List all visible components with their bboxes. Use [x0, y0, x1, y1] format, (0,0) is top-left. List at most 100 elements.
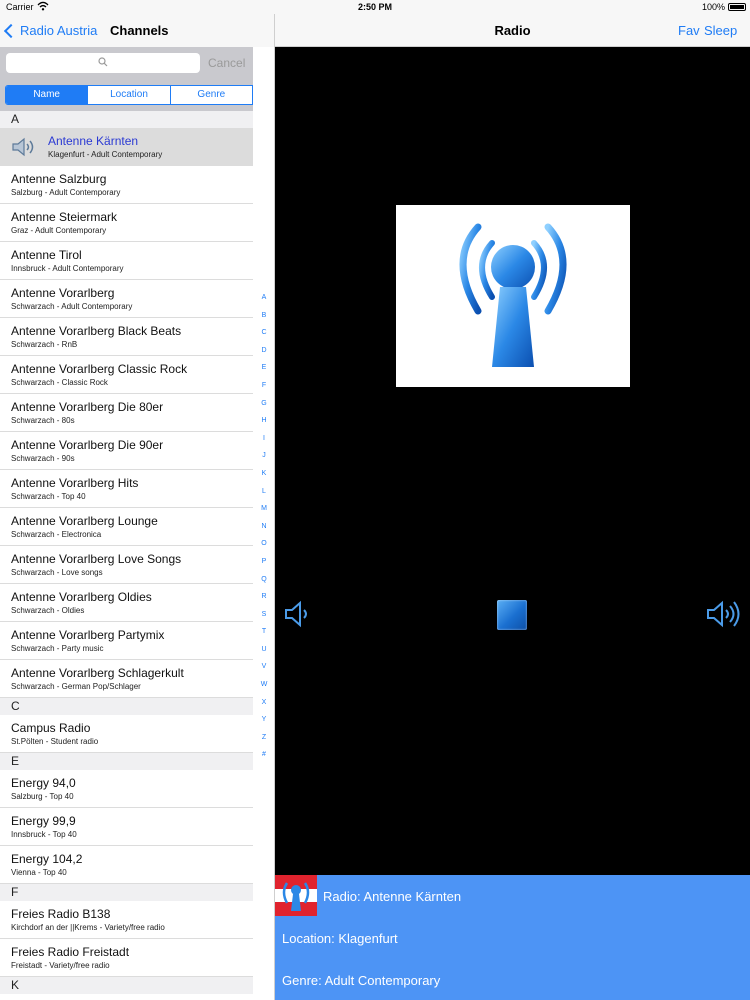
- section-index[interactable]: A B C D E F G H I J K L M N O P Q R S T U V W X Y Z #: [253, 289, 274, 764]
- channel-name: Antenne Vorarlberg Lounge: [11, 514, 158, 528]
- stop-icon[interactable]: [497, 600, 527, 630]
- section-header: F: [0, 884, 253, 901]
- speaker-icon: [12, 137, 34, 157]
- index-letter[interactable]: L: [253, 483, 274, 501]
- channel-subtitle: Salzburg - Top 40: [11, 792, 74, 801]
- index-letter[interactable]: B: [253, 307, 274, 325]
- channel-name: Antenne Vorarlberg: [11, 286, 115, 300]
- channel-name: Antenne Vorarlberg Schlagerkult: [11, 666, 184, 680]
- channel-subtitle: Schwarzach - Electronica: [11, 530, 102, 539]
- segment-location[interactable]: Location: [88, 86, 171, 104]
- channel-subtitle: Kirchdorf an der ||Krems - Variety/free …: [11, 923, 165, 932]
- channel-name: Energy 104,2: [11, 852, 83, 866]
- index-letter[interactable]: D: [253, 342, 274, 360]
- channel-name: Energy 94,0: [11, 776, 76, 790]
- index-letter[interactable]: U: [253, 641, 274, 659]
- back-button-label: Radio Austria: [20, 23, 98, 38]
- channel-name: Antenne Vorarlberg Classic Rock: [11, 362, 188, 376]
- channel-name: Energy 99,9: [11, 814, 76, 828]
- list-item[interactable]: Antenne Salzburg Salzburg - Adult Contemp…: [0, 166, 253, 204]
- index-letter[interactable]: O: [253, 535, 274, 553]
- channel-name: Freies Radio Freistadt: [11, 945, 130, 959]
- page-title: Channels: [110, 23, 169, 38]
- index-letter[interactable]: G: [253, 395, 274, 413]
- list-item[interactable]: Antenne Vorarlberg Partymix Schwarzach - …: [0, 622, 253, 660]
- list-item[interactable]: Energy 94,0 Salzburg - Top 40: [0, 770, 253, 808]
- list-item[interactable]: Antenne Vorarlberg Oldies Schwarzach - Ol…: [0, 584, 253, 622]
- index-letter[interactable]: W: [253, 676, 274, 694]
- section-header: C: [0, 698, 253, 715]
- channel-name: Antenne Kärnten: [48, 134, 139, 148]
- master-nav-bar: Radio Austria Channels: [0, 14, 274, 47]
- list-item[interactable]: Energy 99,9 Innsbruck - Top 40: [0, 808, 253, 846]
- fav-button[interactable]: Fav: [678, 23, 700, 38]
- list-item[interactable]: Antenne Vorarlberg Die 80er Schwarzach - …: [0, 394, 253, 432]
- sleep-button[interactable]: Sleep: [704, 23, 737, 38]
- list-item[interactable]: Antenne Vorarlberg Schwarzach - Adult Con…: [0, 280, 253, 318]
- channel-list-panel: Radio Austria Channels Cancel Name Locati…: [0, 14, 275, 1000]
- segment-genre[interactable]: Genre: [171, 86, 252, 104]
- index-letter[interactable]: N: [253, 518, 274, 536]
- channel-name: Antenne Steiermark: [11, 210, 118, 224]
- list-item[interactable]: Campus Radio St.Pölten - Student radio: [0, 715, 253, 753]
- channel-subtitle: Innsbruck - Top 40: [11, 830, 77, 839]
- channel-subtitle: St.Pölten - Student radio: [11, 737, 99, 746]
- channel-name: Antenne Vorarlberg Hits: [11, 476, 139, 490]
- index-letter[interactable]: H: [253, 412, 274, 430]
- channel-name: Antenne Vorarlberg Oldies: [11, 590, 152, 604]
- list-item[interactable]: Antenne Steiermark Graz - Adult Contempor…: [0, 204, 253, 242]
- index-letter[interactable]: R: [253, 588, 274, 606]
- volume-up-icon[interactable]: [705, 599, 743, 629]
- channel-name: Antenne Salzburg: [11, 172, 107, 186]
- list-item[interactable]: Antenne Tirol Innsbruck - Adult Contempor…: [0, 242, 253, 280]
- index-letter[interactable]: I: [253, 430, 274, 448]
- list-item[interactable]: Antenne Vorarlberg Love Songs Schwarzach …: [0, 546, 253, 584]
- index-letter[interactable]: P: [253, 553, 274, 571]
- status-time: 2:50 PM: [357, 2, 392, 12]
- section-header: K: [0, 977, 253, 994]
- index-letter[interactable]: M: [253, 500, 274, 518]
- volume-down-icon[interactable]: [283, 599, 315, 629]
- station-artwork: [396, 205, 630, 387]
- index-letter[interactable]: T: [253, 623, 274, 641]
- index-letter[interactable]: Z: [253, 729, 274, 747]
- channel-subtitle: Graz - Adult Contemporary: [11, 226, 107, 235]
- cancel-button[interactable]: Cancel: [208, 56, 245, 70]
- list-item[interactable]: Freies Radio B138 Kirchdorf an der ||Krem…: [0, 901, 253, 939]
- channel-name: Freies Radio B138: [11, 907, 111, 921]
- channel-subtitle: Salzburg - Adult Contemporary: [11, 188, 121, 197]
- index-letter[interactable]: C: [253, 324, 274, 342]
- channel-name: Antenne Vorarlberg Black Beats: [11, 324, 182, 338]
- austria-flag-logo: [275, 875, 317, 916]
- index-letter[interactable]: A: [253, 289, 274, 307]
- list-item[interactable]: Antenne Vorarlberg Classic Rock Schwarzac…: [0, 356, 253, 394]
- index-letter[interactable]: X: [253, 694, 274, 712]
- now-playing-genre: Genre: Adult Contemporary: [282, 973, 441, 988]
- segment-name[interactable]: Name: [6, 86, 89, 104]
- sort-segmented-control: Name Location Genre: [5, 85, 253, 105]
- list-item[interactable]: Antenne Vorarlberg Lounge Schwarzach - El…: [0, 508, 253, 546]
- channel-name: Antenne Vorarlberg Die 90er: [11, 438, 164, 452]
- list-item[interactable]: Antenne Vorarlberg Black Beats Schwarzach…: [0, 318, 253, 356]
- index-letter[interactable]: E: [253, 359, 274, 377]
- list-item[interactable]: Freies Radio Freistadt Freistadt - Variet…: [0, 939, 253, 977]
- list-item[interactable]: Antenne Kärnten Klagenfurt - Adult Contem…: [0, 128, 253, 166]
- index-letter[interactable]: Y: [253, 711, 274, 729]
- list-item[interactable]: Antenne Vorarlberg Die 90er Schwarzach - …: [0, 432, 253, 470]
- index-letter[interactable]: S: [253, 606, 274, 624]
- index-letter[interactable]: J: [253, 447, 274, 465]
- index-letter[interactable]: Q: [253, 571, 274, 589]
- index-letter[interactable]: #: [253, 746, 274, 764]
- now-playing-info: Radio: Antenne Kärnten Location: Klagenf…: [275, 875, 750, 1000]
- index-letter[interactable]: V: [253, 658, 274, 676]
- back-button[interactable]: Radio Austria: [3, 23, 98, 38]
- search-input[interactable]: [6, 53, 200, 73]
- list-item[interactable]: Energy 104,2 Vienna - Top 40: [0, 846, 253, 884]
- index-letter[interactable]: F: [253, 377, 274, 395]
- list-item[interactable]: Antenne Vorarlberg Schlagerkult Schwarzac…: [0, 660, 253, 698]
- channel-name: Antenne Vorarlberg Love Songs: [11, 552, 182, 566]
- index-letter[interactable]: K: [253, 465, 274, 483]
- status-bar: Carrier 2:50 PM 100%: [0, 0, 750, 14]
- channel-subtitle: Schwarzach - 90s: [11, 454, 75, 463]
- list-item[interactable]: Antenne Vorarlberg Hits Schwarzach - Top …: [0, 470, 253, 508]
